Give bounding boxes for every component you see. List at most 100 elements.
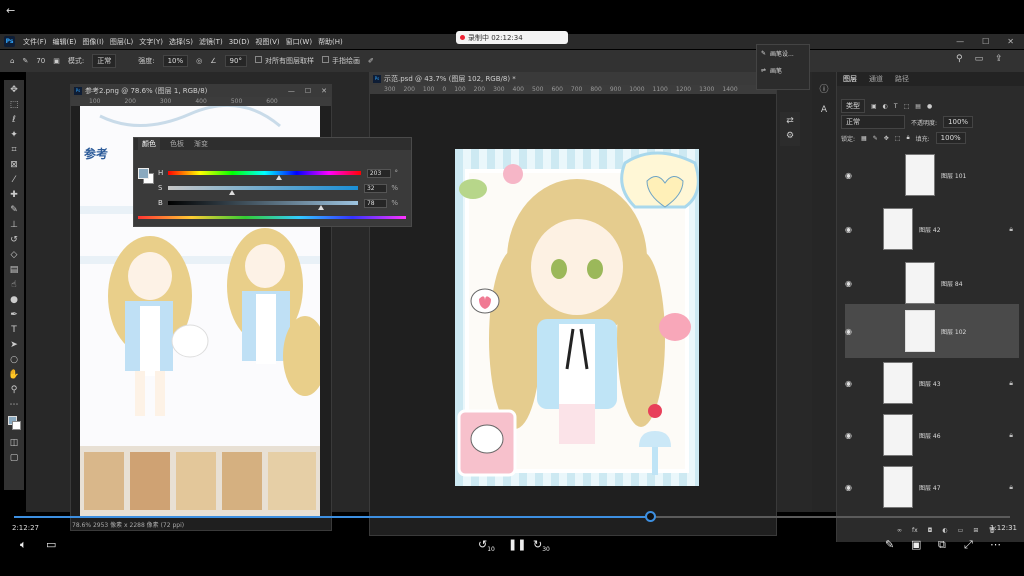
mask-icon[interactable]: ◘ — [928, 527, 933, 534]
adjustment-icon[interactable]: ◐ — [942, 527, 947, 534]
brush-settings-icon[interactable]: ▣ — [53, 57, 60, 65]
more-tools-icon[interactable]: ⋯ — [7, 399, 21, 411]
adjust-icon[interactable]: ⇄ — [783, 115, 797, 127]
forward-button[interactable]: ↻30 — [533, 538, 550, 553]
cast-icon[interactable]: ⧉ — [938, 538, 946, 552]
filter-toggle-icon[interactable]: ● — [927, 103, 932, 110]
pen-tool-icon[interactable]: ✒ — [7, 309, 21, 321]
fullscreen-icon[interactable]: ⤢ — [964, 538, 973, 552]
saturation-thumb[interactable] — [228, 190, 235, 195]
main-doc-tab[interactable]: Ps 示范.psd @ 43.7% (图层 102, RGB/8) * — [370, 73, 776, 85]
color-ramp[interactable] — [138, 216, 406, 219]
history-brush-icon[interactable]: ↺ — [7, 234, 21, 246]
move-tool-icon[interactable]: ✥ — [7, 84, 21, 96]
smudge-tool-icon[interactable]: ✎ — [22, 57, 28, 65]
menu-layer[interactable]: 图层(L) — [110, 37, 133, 47]
fill-input[interactable]: 100% — [935, 132, 966, 144]
layer-row[interactable]: ◉ 图层 84 — [845, 256, 1019, 310]
layer-row[interactable]: ◉ 图层 46 🔒︎ — [845, 408, 1019, 462]
filter-type-icon[interactable]: T — [894, 103, 898, 110]
tab-swatches[interactable]: 色板 — [170, 138, 184, 150]
link-layers-icon[interactable]: ∞ — [897, 527, 902, 534]
lock-all-icon[interactable]: 🔒︎ — [906, 134, 909, 142]
doc-minimize-icon[interactable]: — — [288, 85, 295, 97]
draw-icon[interactable]: ✎ — [885, 538, 894, 551]
mode-select[interactable]: 正常 — [92, 54, 117, 68]
lock-move-icon[interactable]: ✥ — [884, 135, 889, 142]
eyedropper-icon[interactable]: ⁄ — [7, 174, 21, 186]
strength-input[interactable]: 10% — [162, 55, 189, 67]
close-icon[interactable]: ✕ — [1007, 37, 1014, 46]
eye-icon[interactable]: ◉ — [845, 379, 855, 388]
sample-all-checkbox[interactable]: 对所有图层取样 — [254, 56, 314, 66]
brush-tool-icon[interactable]: ✎ — [7, 204, 21, 216]
screen-mode-icon[interactable]: ▢ — [7, 452, 21, 464]
hue-thumb[interactable] — [275, 175, 282, 180]
layer-filter-select[interactable]: 类型 — [841, 99, 865, 113]
hand-tool-icon[interactable]: ✋ — [7, 369, 21, 381]
main-canvas[interactable] — [455, 149, 699, 486]
pen-pressure-icon[interactable]: ✐ — [368, 57, 374, 65]
menu-window[interactable]: 窗口(W) — [286, 37, 312, 47]
brightness-slider[interactable] — [167, 201, 358, 210]
more-icon[interactable]: ⋯ — [990, 538, 1001, 551]
brush-settings-item[interactable]: ✎ 画笔设... — [757, 45, 809, 62]
new-layer-icon[interactable]: ⊞ — [973, 527, 978, 534]
tab-paths[interactable]: 路径 — [895, 72, 909, 86]
filter-pixel-icon[interactable]: ▣ — [871, 103, 877, 110]
pause-button[interactable]: ❚❚ — [508, 538, 526, 551]
share-icon[interactable]: ⇪ — [995, 54, 1003, 64]
marquee-tool-icon[interactable]: ⬚ — [7, 99, 21, 111]
volume-icon[interactable]: 🔈︎ — [20, 538, 27, 552]
crop-tool-icon[interactable]: ⌗ — [7, 144, 21, 156]
menu-3d[interactable]: 3D(D) — [229, 38, 250, 46]
workspace-icon[interactable]: ▭ — [975, 54, 984, 64]
frame-tool-icon[interactable]: ⊠ — [7, 159, 21, 171]
reference-doc-tab[interactable]: Ps 参考2.png @ 78.6% (图层 1, RGB/8) — ☐ ✕ — [71, 85, 331, 97]
hue-input[interactable]: 203 — [366, 168, 391, 178]
maximize-icon[interactable]: ☐ — [982, 37, 989, 46]
brightness-thumb[interactable] — [317, 205, 324, 210]
shape-tool-icon[interactable]: ○ — [7, 354, 21, 366]
doc-close-icon[interactable]: ✕ — [321, 85, 327, 97]
menu-type[interactable]: 文字(Y) — [139, 37, 163, 47]
brushes-item[interactable]: ⇌ 画笔 — [757, 62, 809, 79]
menu-select[interactable]: 选择(S) — [169, 37, 193, 47]
filter-smart-icon[interactable]: ▤ — [915, 103, 921, 110]
info-icon[interactable]: ⓘ — [817, 84, 831, 96]
screen-icon[interactable]: ▣ — [911, 538, 921, 551]
group-icon[interactable]: ▭ — [958, 527, 964, 534]
subtitles-icon[interactable]: ▭ — [46, 538, 56, 551]
lock-artboard-icon[interactable]: ⬚ — [895, 135, 901, 142]
doc-maximize-icon[interactable]: ☐ — [305, 85, 311, 97]
filter-shape-icon[interactable]: ⬚ — [904, 103, 910, 110]
layer-row[interactable]: ◉ 图层 101 — [845, 148, 1019, 202]
filter-adjust-icon[interactable]: ◐ — [883, 103, 888, 110]
saturation-slider[interactable] — [167, 186, 358, 195]
rewind-button[interactable]: ↺10 — [478, 538, 495, 553]
eye-icon[interactable]: ◉ — [845, 483, 855, 492]
minimize-icon[interactable]: — — [956, 37, 964, 46]
zoom-tool-icon[interactable]: ⚲ — [7, 384, 21, 396]
pressure-icon[interactable]: ◎ — [196, 57, 202, 65]
layer-row-selected[interactable]: ◉ 图层 102 — [845, 304, 1019, 358]
eye-icon[interactable]: ◉ — [845, 279, 855, 288]
eye-icon[interactable]: ◉ — [845, 171, 855, 180]
layer-row[interactable]: ◉ 图层 42 🔒︎ — [845, 202, 1019, 256]
dodge-tool-icon[interactable]: ● — [7, 294, 21, 306]
menu-filter[interactable]: 滤镜(T) — [199, 37, 223, 47]
gradient-tool-icon[interactable]: ▤ — [7, 264, 21, 276]
layer-row[interactable]: ◉ 图层 47 🔒︎ — [845, 460, 1019, 514]
blend-mode-select[interactable]: 正常 — [841, 115, 905, 129]
menu-image[interactable]: 图像(I) — [82, 37, 104, 47]
saturation-input[interactable]: 32 — [363, 183, 388, 193]
brightness-input[interactable]: 78 — [363, 198, 388, 208]
opacity-input[interactable]: 100% — [943, 116, 974, 128]
tab-channels[interactable]: 通道 — [869, 72, 883, 86]
brush-size[interactable]: 70 — [36, 57, 45, 65]
character-icon[interactable]: A — [817, 104, 831, 116]
menu-edit[interactable]: 编辑(E) — [53, 37, 77, 47]
quick-mask-icon[interactable]: ◫ — [7, 437, 21, 449]
home-icon[interactable]: ⌂ — [10, 57, 14, 65]
eye-icon[interactable]: ◉ — [845, 225, 855, 234]
